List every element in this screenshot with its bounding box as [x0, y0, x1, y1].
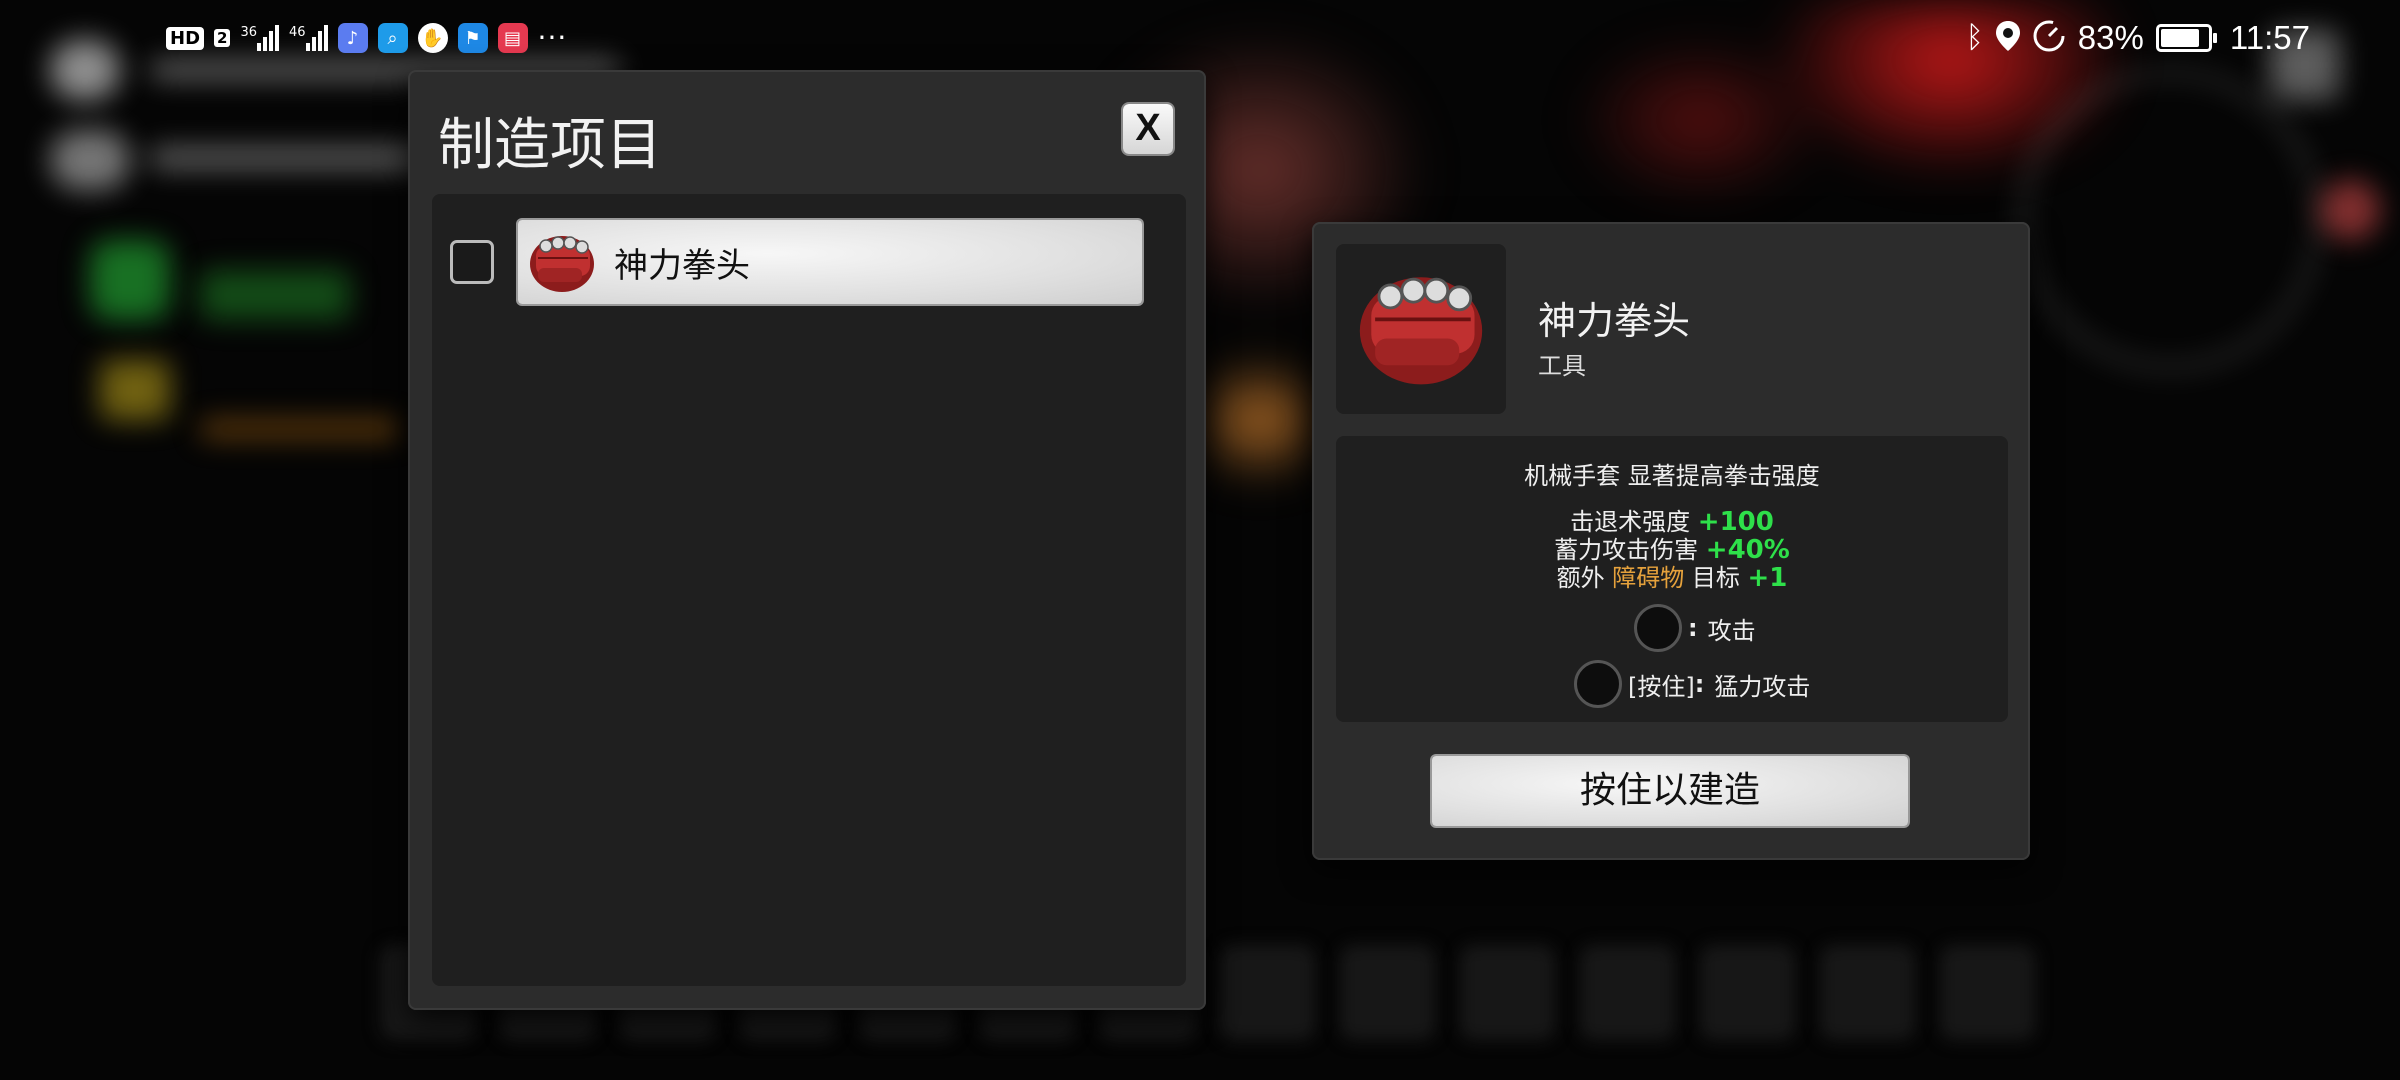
control-colon: : [1688, 614, 1698, 642]
hud-quest-bar [200, 420, 400, 438]
minimap-marker [2320, 180, 2380, 240]
hd-badge: HD [166, 26, 205, 50]
hotbar-slot [1820, 945, 1915, 1040]
power-fist-icon [1351, 262, 1491, 396]
control-colon: : [1694, 670, 1705, 698]
minimap [2020, 70, 2320, 370]
item-icon-frame [1336, 244, 1506, 414]
stat-prefix: 额外 [1556, 564, 1605, 592]
game-screen: HD 2 36 46 ♪ ⌕ ✋ ⚑ ▤ ··· ᛒ 83% 11:57 制造项… [0, 0, 2400, 1080]
item-type: 工具 [1538, 352, 1586, 380]
hotbar-slot [1580, 945, 1675, 1040]
panel-title: 制造项目 [438, 113, 662, 178]
control-hold-prefix: [按住] [1628, 672, 1695, 701]
control-action: 攻击 [1707, 616, 1756, 645]
hotbar-slot [1460, 945, 1555, 1040]
control-hint: [按住] : 猛力攻击 [1574, 660, 1810, 708]
hud-weapon-bar [200, 270, 350, 320]
control-hint: : 攻击 [1634, 604, 1756, 652]
hotbar-slot [1340, 945, 1435, 1040]
clock: 11:57 [2229, 19, 2310, 56]
hotbar-slot [1700, 945, 1795, 1040]
close-button[interactable]: X [1123, 104, 1173, 154]
attack-button-icon [1634, 604, 1682, 652]
signal-3g-icon: 36 [240, 25, 279, 51]
battery-charging-icon [2155, 24, 2217, 52]
speed-icon [2032, 19, 2066, 57]
status-bar: HD 2 36 46 ♪ ⌕ ✋ ⚑ ▤ ··· ᛒ 83% 11:57 [0, 0, 2400, 76]
craft-item-list: 神力拳头 [432, 194, 1186, 986]
hold-to-build-button[interactable]: 按住以建造 [1432, 756, 1908, 826]
item-name: 神力拳头 [1538, 299, 1691, 343]
power-fist-icon [526, 228, 598, 296]
battery-percent: 83% [2077, 19, 2144, 56]
item-description: 机械手套 显著提高拳击强度 [1524, 462, 1820, 490]
craft-item-button[interactable]: 神力拳头 [518, 220, 1142, 304]
location-icon [1995, 21, 2020, 55]
signal-4g-icon: 46 [289, 25, 328, 51]
stat-value: +1 [1747, 563, 1788, 593]
hud-quest-icon [100, 360, 170, 420]
book-app-icon: ▤ [497, 23, 528, 53]
hotbar-slot [1940, 945, 2035, 1040]
hand-app-icon: ✋ [417, 23, 448, 53]
hotbar-slot [1220, 945, 1315, 1040]
craft-item-label: 神力拳头 [614, 245, 750, 286]
bluetooth-icon: ᛒ [1965, 21, 1984, 54]
control-action: 猛力攻击 [1714, 672, 1811, 701]
attack-button-icon [1574, 660, 1622, 708]
item-description-box: 机械手套 显著提高拳击强度 击退术强度 +100 蓄力攻击伤害 +40% 额外 … [1336, 436, 2008, 722]
hud-weapon-icon [90, 240, 170, 320]
stat-line: 额外 障碍物 目标 +1 [1336, 558, 2008, 593]
stat-label: 目标 [1691, 564, 1740, 592]
stat-highlight: 障碍物 [1612, 564, 1685, 592]
hud-stamina-icon [50, 130, 130, 190]
item-checkbox[interactable] [450, 240, 494, 284]
sim2-badge: 2 [214, 29, 231, 47]
flag-app-icon: ⚑ [457, 23, 488, 53]
more-dots-icon: ··· [537, 21, 568, 54]
music-app-icon: ♪ [337, 23, 368, 53]
search-app-icon: ⌕ [377, 23, 408, 53]
craft-panel: 制造项目 X 神力拳头 [408, 70, 1206, 1010]
list-item: 神力拳头 [450, 220, 1142, 304]
item-detail-panel: 神力拳头 工具 机械手套 显著提高拳击强度 击退术强度 +100 蓄力攻击伤害 … [1312, 222, 2030, 860]
